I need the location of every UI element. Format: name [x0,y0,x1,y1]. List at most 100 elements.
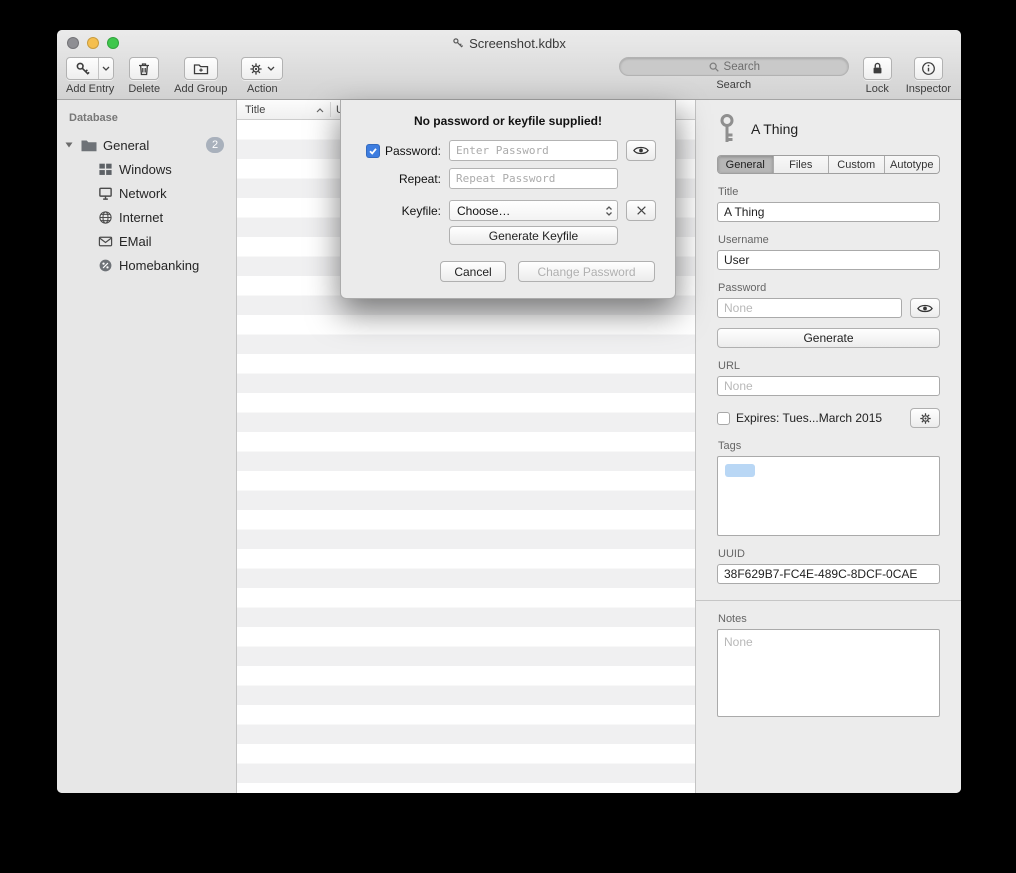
close-button[interactable] [67,37,79,49]
delete-button[interactable] [129,57,159,80]
add-group-button[interactable] [184,57,218,80]
change-password-button[interactable]: Change Password [518,261,655,282]
gear-icon [919,412,932,425]
inspector-tabs: General Files Custom Autotype [717,155,940,174]
inspector-button[interactable] [914,57,943,80]
sidebar-section-header: Database [69,112,236,124]
entry-header: A Thing [717,112,940,146]
lock-item: Lock [863,57,892,95]
sidebar-item-general[interactable]: General 2 [57,133,236,157]
clear-keyfile-button[interactable] [626,200,656,221]
zoom-button[interactable] [107,37,119,49]
notes-field[interactable] [717,629,940,717]
eye-icon [917,303,933,314]
action-dropdown-arrow-icon [267,66,275,71]
lock-icon [870,61,885,76]
delete-label: Delete [128,83,160,95]
sheet-message: No password or keyfile supplied! [341,100,675,128]
search-label: Search [716,79,751,91]
document-icon [452,37,464,49]
action-button[interactable] [241,57,283,80]
sidebar-item-email[interactable]: EMail [57,229,236,253]
close-x-icon [636,205,647,216]
check-icon [368,146,378,156]
delete-item: Delete [128,57,160,95]
add-group-item: Add Group [174,57,227,95]
sidebar-item-label: Network [119,186,167,201]
toolbar: Add Entry Delete Add Group [57,56,961,99]
cancel-button[interactable]: Cancel [440,261,506,282]
repeat-input[interactable] [449,168,618,189]
title-field[interactable] [717,202,940,222]
column-divider[interactable] [330,102,331,117]
titlebar[interactable]: Screenshot.kdbx [57,30,961,56]
tab-custom[interactable]: Custom [828,156,884,173]
tag-token[interactable] [725,464,755,477]
column-header-title[interactable]: Title [245,104,265,116]
stepper-icon [605,205,613,217]
add-group-label: Add Group [174,83,227,95]
password-field[interactable] [717,298,902,318]
search-icon [708,61,720,73]
divider [696,600,961,601]
entry-title: A Thing [751,121,798,137]
repeat-label: Repeat: [399,172,441,186]
windows-icon [97,162,113,177]
window-chrome: Screenshot.kdbx Add Entry [57,30,961,100]
expires-settings-button[interactable] [910,408,940,428]
password-label: Password [718,282,940,294]
password-input[interactable] [449,140,618,161]
generate-password-button[interactable]: Generate [717,328,940,348]
sidebar-item-internet[interactable]: Internet [57,205,236,229]
password-checkbox[interactable] [366,144,380,158]
eye-icon [633,145,649,156]
sidebar-item-windows[interactable]: Windows [57,157,236,181]
url-field[interactable] [717,376,940,396]
username-field[interactable] [717,250,940,270]
search-item: Search Search [619,57,849,91]
minimize-button[interactable] [87,37,99,49]
expires-row: Expires: Tues...March 2015 [717,408,940,428]
change-password-sheet: No password or keyfile supplied! Passwor… [340,100,676,299]
window-title: Screenshot.kdbx [469,36,566,51]
keyfile-select[interactable]: Choose… [449,200,618,221]
search-placeholder: Search [724,61,760,73]
globe-icon [97,210,113,225]
disclosure-triangle-icon[interactable] [65,142,75,148]
tab-general[interactable]: General [718,156,773,173]
traffic-lights [67,37,119,49]
reveal-password-button[interactable] [626,140,656,161]
add-entry-button[interactable] [66,57,114,80]
inspector-panel: A Thing General Files Custom Autotype Ti… [695,100,961,793]
keyfile-label: Keyfile: [402,204,441,218]
app-window: Screenshot.kdbx Add Entry [57,30,961,793]
sidebar-item-label: EMail [119,234,152,249]
generate-keyfile-button[interactable]: Generate Keyfile [449,226,618,245]
coin-percent-icon [97,258,113,273]
gear-icon [249,62,263,76]
lock-button[interactable] [863,57,892,80]
add-entry-dropdown-arrow-icon[interactable] [98,58,113,79]
computer-icon [97,186,113,201]
search-input[interactable]: Search [619,57,849,76]
reveal-password-button[interactable] [910,298,940,318]
sidebar-item-network[interactable]: Network [57,181,236,205]
inspector-item: Inspector [906,57,951,95]
tags-box[interactable] [717,456,940,536]
tab-files[interactable]: Files [773,156,829,173]
uuid-field[interactable] [717,564,940,584]
tags-label: Tags [718,440,940,452]
sidebar-item-label: Internet [119,210,163,225]
action-item: Action [241,57,283,95]
window-title-group: Screenshot.kdbx [452,36,566,51]
sidebar-item-homebanking[interactable]: Homebanking [57,253,236,277]
url-label: URL [718,360,940,372]
tab-autotype[interactable]: Autotype [884,156,940,173]
add-entry-label: Add Entry [66,83,114,95]
sidebar: Database General 2 Windows [57,100,237,793]
expires-checkbox[interactable] [717,412,730,425]
inspector-label: Inspector [906,83,951,95]
action-label: Action [247,83,278,95]
sort-ascending-icon [316,108,324,113]
keyfile-selected-value: Choose… [457,204,510,218]
